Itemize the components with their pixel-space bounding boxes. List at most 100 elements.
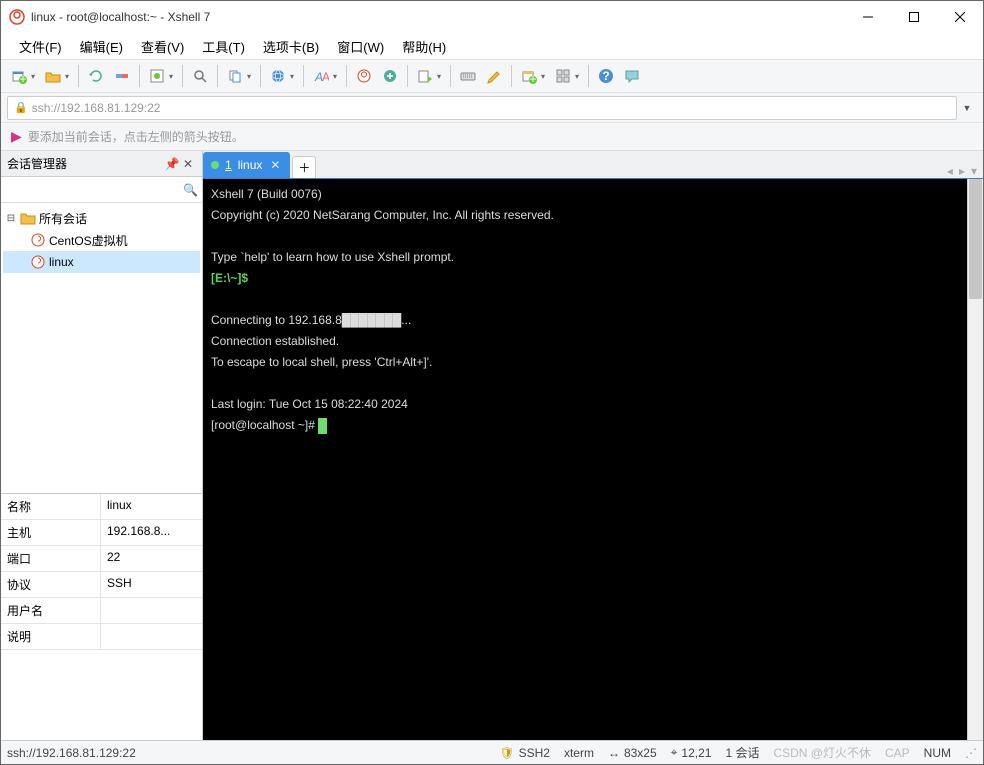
tip-text: 要添加当前会话，点击左侧的箭头按钮。 [28,128,244,145]
tree-item[interactable]: CentOS虚拟机 [3,229,200,251]
open-session-icon[interactable] [41,64,65,88]
collapse-icon[interactable]: ⊟ [5,213,17,224]
app-icon [9,9,25,25]
highlight-icon[interactable] [482,64,506,88]
menu-tabs[interactable]: 选项卡(B) [255,34,327,59]
tab-label: linux [238,158,263,172]
dropdown-icon[interactable]: ▾ [575,72,583,81]
tab-add-button[interactable]: ＋ [292,156,316,178]
new-session-icon[interactable]: + [7,64,31,88]
address-text: ssh://192.168.81.129:22 [32,101,161,115]
reconnect-icon[interactable] [84,64,108,88]
tree-root[interactable]: ⊟ 所有会话 [3,207,200,229]
status-term: xterm [564,746,594,760]
terminal-scrollbar[interactable] [967,179,983,740]
chat-icon[interactable] [620,64,644,88]
prop-value: SSH [101,572,202,597]
menu-tools[interactable]: 工具(T) [194,34,253,59]
new-window-icon[interactable]: + [517,64,541,88]
dropdown-icon[interactable]: ▾ [247,72,255,81]
file-transfer-icon[interactable] [413,64,437,88]
prop-value: linux [101,494,202,519]
xshell-icon[interactable] [352,64,376,88]
maximize-button[interactable] [891,1,937,33]
tab-prev-icon[interactable]: ◂ [945,164,955,178]
prop-key: 说明 [1,624,101,649]
statusbar: ssh://192.168.81.129:22 🛡SSH2 xterm ↔83x… [1,740,983,764]
xftp-icon[interactable] [378,64,402,88]
prop-value: 22 [101,546,202,571]
separator [78,65,79,87]
dropdown-icon[interactable]: ▾ [541,72,549,81]
lock-icon: 🔒 [14,101,28,114]
separator [260,65,261,87]
term-line: Xshell 7 (Build 0076) [211,187,322,201]
session-icon [30,254,46,270]
svg-text:A: A [322,70,329,84]
sidebar-close-icon[interactable]: ✕ [180,157,196,171]
address-dropdown-icon[interactable]: ▼ [957,103,977,113]
menu-edit[interactable]: 编辑(E) [72,34,131,59]
term-line: Connection established. [211,334,339,348]
sidebar-search-input[interactable] [5,180,183,200]
prop-row: 说明 [1,624,202,650]
svg-text:?: ? [602,69,609,83]
shield-icon: 🛡 [499,746,514,760]
status-size: ↔83x25 [608,746,657,760]
search-icon[interactable]: 🔍 [183,183,198,197]
prop-key: 端口 [1,546,101,571]
cursor-pos-icon: ⌖ [671,745,678,760]
tab-close-icon[interactable]: ✕ [268,158,282,172]
disconnect-icon[interactable] [110,64,134,88]
dropdown-icon[interactable]: ▾ [437,72,445,81]
dropdown-icon[interactable]: ▾ [169,72,177,81]
minimize-button[interactable] [845,1,891,33]
menu-help[interactable]: 帮助(H) [394,34,454,59]
prop-value [101,624,202,649]
help-icon[interactable]: ? [594,64,618,88]
prop-key: 名称 [1,494,101,519]
pin-icon[interactable]: 📌 [164,157,180,171]
prop-row: 协议SSH [1,572,202,598]
keyboard-icon[interactable] [456,64,480,88]
window-title: linux - root@localhost:~ - Xshell 7 [31,10,845,24]
scrollbar-thumb[interactable] [969,179,982,299]
status-address: ssh://192.168.81.129:22 [7,746,136,760]
resize-grip-icon[interactable]: ⋰ [965,746,977,760]
tile-icon[interactable] [551,64,575,88]
tab-next-icon[interactable]: ▸ [957,164,967,178]
term-line: Connecting to 192.168.8███████... [211,313,411,327]
properties-icon[interactable] [145,64,169,88]
prop-value: 192.168.8... [101,520,202,545]
session-tree: ⊟ 所有会话 CentOS虚拟机 linux [1,203,202,493]
copy-icon[interactable] [223,64,247,88]
font-icon[interactable]: AA [309,64,333,88]
term-line: Type `help' to learn how to use Xshell p… [211,250,454,264]
globe-icon[interactable] [266,64,290,88]
dropdown-icon[interactable]: ▾ [65,72,73,81]
tab-active[interactable]: 1 linux ✕ [203,152,290,178]
tree-item[interactable]: linux [3,251,200,273]
terminal[interactable]: Xshell 7 (Build 0076) Copyright (c) 2020… [203,179,967,740]
menu-view[interactable]: 查看(V) [133,34,192,59]
search-icon[interactable] [188,64,212,88]
status-proto: 🛡SSH2 [499,746,550,760]
close-button[interactable] [937,1,983,33]
status-cap: CAP [885,746,910,760]
tree-item-label: linux [49,255,74,269]
tab-number: 1 [225,158,232,172]
tab-menu-icon[interactable]: ▾ [969,164,979,178]
separator [217,65,218,87]
dropdown-icon[interactable]: ▾ [333,72,341,81]
separator [511,65,512,87]
menu-window[interactable]: 窗口(W) [329,34,392,59]
tabstrip: 1 linux ✕ ＋ ◂ ▸ ▾ [203,151,983,179]
menubar: 文件(F) 编辑(E) 查看(V) 工具(T) 选项卡(B) 窗口(W) 帮助(… [1,33,983,59]
menu-file[interactable]: 文件(F) [11,34,70,59]
address-bar: 🔒 ssh://192.168.81.129:22 ▼ [1,93,983,123]
dropdown-icon[interactable]: ▾ [290,72,298,81]
address-input[interactable]: 🔒 ssh://192.168.81.129:22 [7,96,957,120]
dropdown-icon[interactable]: ▾ [31,72,39,81]
prop-row: 用户名 [1,598,202,624]
prop-key: 协议 [1,572,101,597]
